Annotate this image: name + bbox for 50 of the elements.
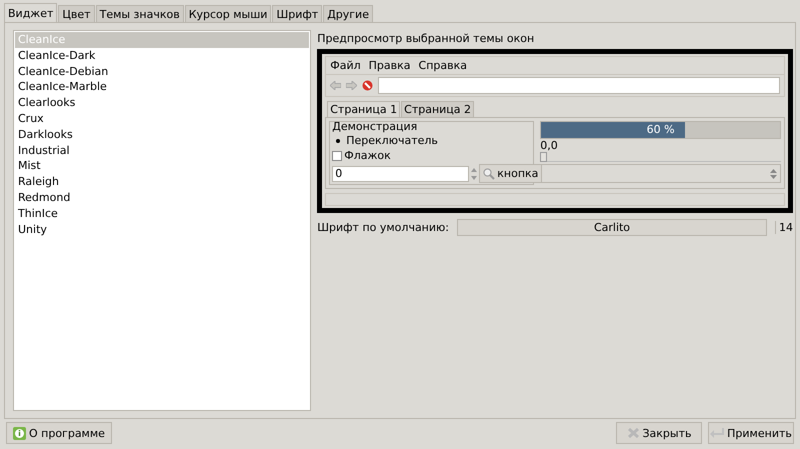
menu-item[interactable]: Правка — [368, 59, 411, 72]
apply-button[interactable]: Применить — [708, 422, 794, 444]
tab[interactable]: Страница 2 — [401, 101, 474, 117]
font-button[interactable]: Carlito — [457, 219, 767, 236]
tab[interactable]: Виджет — [4, 3, 58, 22]
tab[interactable]: Курсор мыши — [184, 5, 272, 22]
list-item[interactable]: Clearlooks — [15, 95, 310, 111]
checkbox-label: Флажок — [344, 149, 391, 162]
tab[interactable]: Страница 1 — [327, 101, 400, 117]
slider-thumb[interactable] — [540, 152, 548, 162]
progress-text: 60 % — [646, 122, 676, 138]
tab[interactable]: Цвет — [58, 5, 95, 22]
list-item[interactable]: CleanIce-Marble — [15, 79, 310, 96]
search-icon — [483, 168, 496, 180]
font-size: 14 — [775, 221, 793, 234]
list-item[interactable]: Raleigh — [15, 174, 310, 190]
address-field[interactable] — [378, 77, 780, 94]
spin-field[interactable]: 0 — [332, 166, 470, 182]
slider-value: 0,0 — [540, 139, 559, 152]
tab[interactable]: Темы значков — [96, 5, 184, 22]
tab[interactable]: Другие — [323, 5, 373, 22]
about-button[interactable]: О программе — [6, 422, 112, 444]
group-title: Демонстрация — [332, 120, 418, 133]
list-item[interactable]: CleanIce-Debian — [15, 64, 310, 80]
font-label: Шрифт по умолчанию: — [317, 221, 449, 234]
menu-item[interactable]: Файл — [330, 59, 361, 72]
list-item[interactable]: Mist — [15, 158, 310, 174]
list-item[interactable]: Crux — [15, 110, 310, 127]
radio-button[interactable] — [336, 138, 340, 142]
stop-icon[interactable] — [362, 80, 374, 91]
list-item[interactable]: Redmond — [15, 190, 310, 206]
list-item[interactable]: Darklooks — [15, 126, 310, 143]
tab[interactable]: Шрифт — [272, 5, 322, 22]
menu-item[interactable]: Справка — [418, 59, 467, 72]
spin-arrows-icon[interactable] — [471, 166, 478, 180]
radio-label: Переключатель — [346, 134, 438, 147]
list-item[interactable]: Industrial — [15, 142, 310, 158]
close-button[interactable]: Закрыть — [616, 422, 702, 444]
search-button[interactable]: кнопка — [479, 164, 542, 183]
info-icon — [13, 426, 26, 440]
preview-title: Предпросмотр выбранной темы окон — [317, 32, 536, 45]
return-arrow-icon — [710, 428, 724, 438]
list-item[interactable]: CleanIce-Dark — [15, 48, 310, 64]
close-icon — [626, 427, 640, 439]
list-item[interactable]: Unity — [15, 222, 310, 238]
list-item[interactable]: ThinIce — [15, 206, 310, 222]
forward-icon[interactable] — [346, 81, 358, 90]
back-icon[interactable] — [330, 81, 342, 90]
combo-box[interactable] — [540, 164, 781, 183]
checkbox[interactable] — [332, 150, 342, 160]
